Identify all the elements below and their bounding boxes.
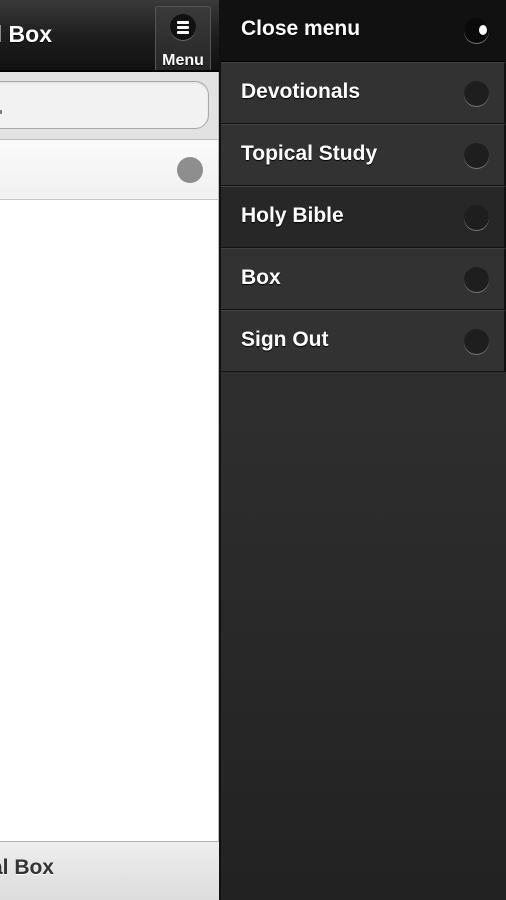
circle-icon: [464, 81, 489, 106]
circle-icon: [464, 267, 489, 292]
menu-item-label: Box: [241, 266, 281, 289]
menu-item-topical-study[interactable]: Topical Study: [221, 124, 506, 186]
list-item[interactable]: [0, 140, 219, 200]
close-menu-icon: [464, 18, 489, 43]
hamburger-icon: [170, 14, 196, 40]
menu-button-label: Menu: [162, 52, 204, 69]
footer-bar: al Box: [0, 841, 219, 900]
menu-item-label: Topical Study: [241, 142, 378, 165]
menu-item-devotionals[interactable]: Devotionals: [221, 62, 506, 124]
menu-item-label: Holy Bible: [241, 204, 344, 227]
circle-icon: [464, 143, 489, 168]
circle-icon: [464, 329, 489, 354]
footer-title: al Box: [0, 856, 54, 879]
menu-item-label: Close menu: [241, 17, 361, 40]
search-input[interactable]: [0, 81, 209, 129]
menu-item-label: Sign Out: [241, 328, 329, 351]
circle-icon: [177, 157, 203, 183]
page-title: l Box: [0, 21, 52, 47]
menu-item-close-menu[interactable]: Close menu: [221, 0, 506, 62]
side-menu-panel: Close menu Devotionals Topical Study Hol…: [219, 0, 506, 900]
circle-icon: [464, 205, 489, 230]
header-bar: l Box Menu: [0, 0, 219, 72]
menu-item-box[interactable]: Box: [221, 248, 506, 310]
menu-item-label: Devotionals: [241, 80, 361, 103]
search-icon: [0, 110, 2, 114]
menu-button[interactable]: Menu: [155, 6, 211, 70]
menu-item-holy-bible[interactable]: Holy Bible: [221, 186, 506, 248]
search-bar: [0, 72, 219, 140]
menu-item-sign-out[interactable]: Sign Out: [221, 310, 506, 372]
main-page: l Box Menu al Box: [0, 0, 219, 900]
